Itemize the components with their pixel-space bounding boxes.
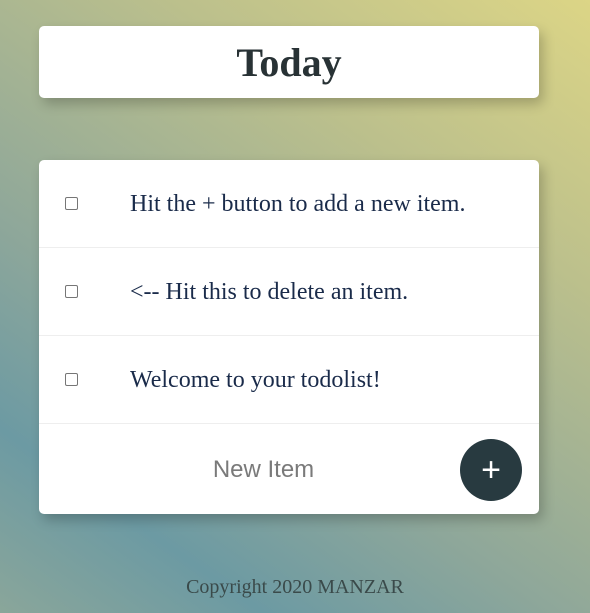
title-card: Today	[39, 26, 539, 98]
item-text: Hit the + button to add a new item.	[130, 191, 466, 217]
footer-copyright: Copyright 2020 MANZAR	[186, 576, 404, 598]
todo-item: Hit the + button to add a new item.	[39, 160, 539, 248]
item-checkbox[interactable]	[65, 373, 78, 386]
todo-item: Welcome to your todolist!	[39, 336, 539, 424]
item-checkbox[interactable]	[65, 197, 78, 210]
add-item-button[interactable]: +	[460, 439, 522, 501]
new-item-input[interactable]	[109, 446, 418, 494]
todo-list-card: Hit the + button to add a new item. <-- …	[39, 160, 539, 514]
item-text: Welcome to your todolist!	[130, 367, 381, 393]
page-title: Today	[236, 39, 342, 85]
todo-item: <-- Hit this to delete an item.	[39, 248, 539, 336]
item-text: <-- Hit this to delete an item.	[130, 279, 409, 305]
item-checkbox[interactable]	[65, 285, 78, 298]
plus-icon: +	[481, 451, 501, 489]
